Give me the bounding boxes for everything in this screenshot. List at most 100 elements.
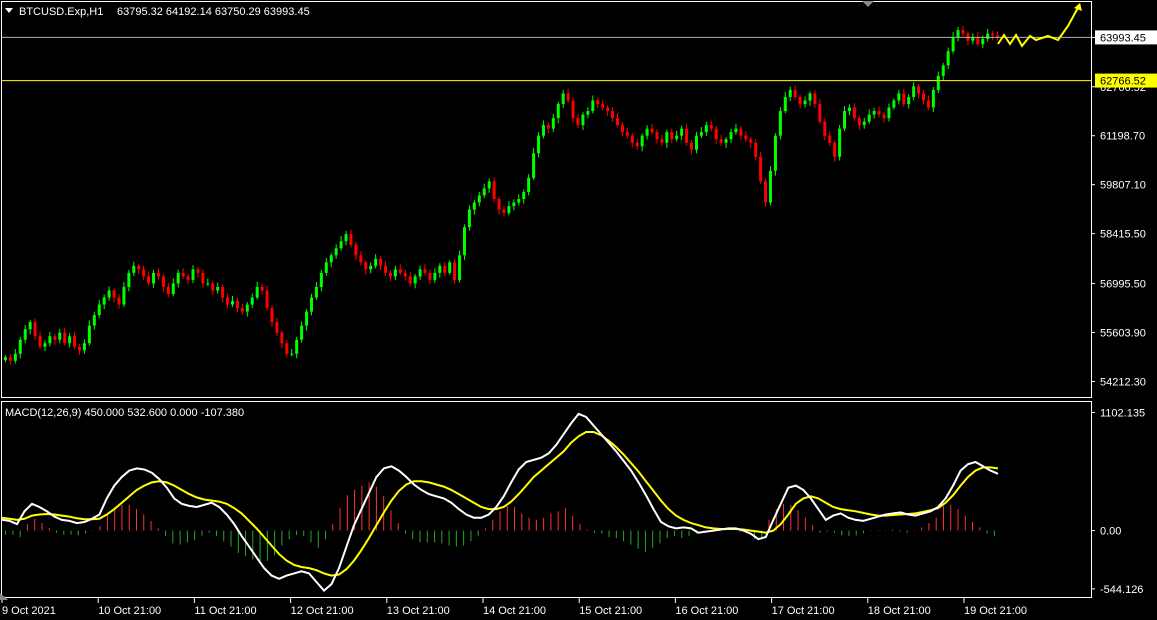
candle-body [87, 325, 91, 344]
projection-path [997, 3, 1081, 48]
candle-body [433, 272, 437, 280]
candle-body [862, 121, 866, 126]
candle-body [670, 132, 674, 140]
scroll-marker-icon[interactable] [862, 1, 874, 7]
macd-tick-label: 0.00 [1100, 526, 1121, 538]
candle-body [857, 118, 861, 126]
candle-body [556, 104, 560, 119]
candle-body [897, 93, 901, 101]
chevron-down-icon[interactable] [5, 8, 13, 13]
candle-body [48, 336, 52, 344]
candle-body [502, 209, 506, 214]
candle-body [329, 255, 333, 263]
candle-body [892, 100, 896, 108]
candle-body [344, 234, 348, 242]
candle-body [482, 188, 486, 196]
current-price-label: 63993.45 [1100, 32, 1146, 44]
candle-body [936, 75, 940, 90]
price-tick-label: 61198.70 [1100, 131, 1145, 143]
price-header: BTCUSD.Exp,H1 63795.32 64192.14 63750.29… [5, 6, 310, 18]
candle-body [53, 336, 57, 340]
candle-body [285, 343, 289, 354]
trading-chart[interactable]: BTCUSD.Exp,H1 63795.32 64192.14 63750.29… [0, 0, 1157, 620]
price-panel-frame [1, 1, 1092, 398]
candle-body [709, 125, 713, 129]
candle-body [453, 262, 457, 280]
price-tick-label: 55603.90 [1100, 328, 1146, 340]
candle-body [73, 336, 77, 347]
candle-body [507, 206, 511, 214]
candle-body [887, 107, 891, 119]
candle-body [388, 272, 392, 277]
time-tick-label: 9 Oct 2021 [2, 605, 56, 617]
candle-body [586, 111, 590, 115]
symbol-label: BTCUSD.Exp,H1 [19, 6, 103, 18]
candle-body [472, 202, 476, 210]
time-tick-label: 15 Oct 21:00 [579, 605, 642, 617]
candle-body [778, 111, 782, 136]
candle-body [112, 290, 116, 298]
candle-body [181, 272, 185, 277]
candle-body [487, 181, 491, 189]
candle-body [591, 100, 595, 112]
candle-body [245, 304, 249, 312]
candle-body [295, 339, 299, 354]
candle-body [467, 209, 471, 228]
candle-body [349, 234, 353, 245]
candle-body [847, 107, 851, 112]
time-tick-label: 17 Oct 21:00 [772, 605, 835, 617]
candle-body [571, 100, 575, 119]
candle-body [660, 139, 664, 143]
candle-body [931, 89, 935, 108]
candle-body [255, 286, 259, 298]
candle-body [176, 272, 180, 284]
candle-body [398, 269, 402, 273]
macd-panel[interactable]: MACD(12,26,9) 450.000 532.600 0.000 -107… [1, 401, 1146, 598]
macd-header: MACD(12,26,9) 450.000 532.600 0.000 -107… [5, 407, 244, 419]
candle-body [448, 262, 452, 273]
candle-body [18, 339, 22, 354]
candle-body [364, 262, 368, 270]
candle-body [872, 111, 876, 115]
candle-body [699, 132, 703, 136]
candle-body [78, 346, 82, 351]
candle-body [576, 118, 580, 126]
candle-body [260, 286, 264, 291]
candle-body [606, 107, 610, 112]
price-tick-label: 56995.50 [1100, 279, 1146, 291]
candle-body [240, 308, 244, 312]
candle-body [492, 181, 496, 199]
candle-body [438, 265, 442, 273]
time-tick-label: 13 Oct 21:00 [387, 605, 450, 617]
candle-body [541, 125, 545, 136]
candle-body [843, 111, 847, 129]
candle-body [986, 33, 990, 39]
candle-body [714, 128, 718, 140]
candle-body [793, 89, 797, 97]
candle-body [522, 191, 526, 199]
candle-body [759, 156, 763, 182]
candle-body [981, 38, 985, 45]
candle-body [852, 107, 856, 119]
candle-body [13, 353, 17, 361]
candle-body [201, 272, 205, 284]
candle-body [620, 125, 624, 133]
candle-body [912, 86, 916, 97]
candle-body [527, 177, 531, 192]
candle-body [704, 125, 708, 133]
candle-body [546, 125, 550, 129]
candle-body [403, 272, 407, 277]
candle-body [216, 286, 220, 291]
candle-body [161, 276, 165, 287]
candle-body [596, 100, 600, 105]
candle-body [68, 336, 72, 344]
candle-body [729, 132, 733, 140]
time-tick-label: 10 Oct 21:00 [98, 605, 161, 617]
candle-body [191, 269, 195, 280]
time-tick-label: 14 Oct 21:00 [483, 605, 546, 617]
candle-body [497, 199, 501, 210]
candle-body [921, 93, 925, 101]
price-panel[interactable]: BTCUSD.Exp,H1 63795.32 64192.14 63750.29… [1, 1, 1157, 398]
candle-body [566, 93, 570, 101]
candle-body [685, 128, 689, 143]
